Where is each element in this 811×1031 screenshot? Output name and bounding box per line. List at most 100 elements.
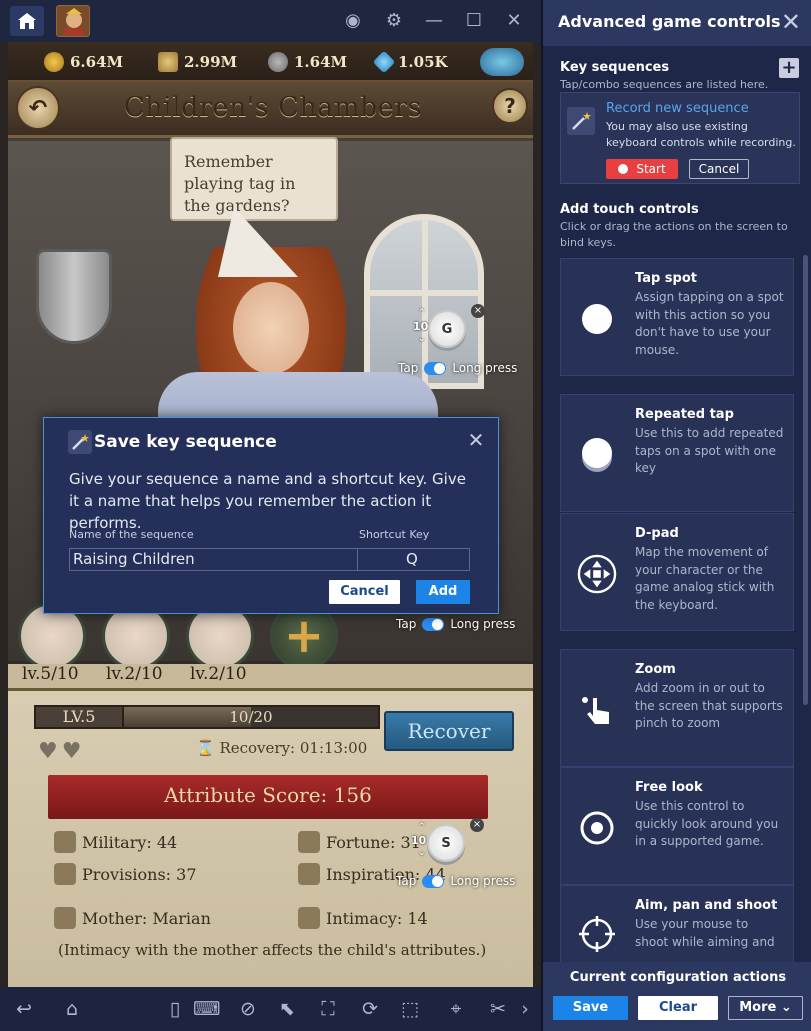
account-icon[interactable]: ◉ xyxy=(343,11,363,31)
dialog-close-icon[interactable]: ✕ xyxy=(466,430,486,450)
marker-s-toggle[interactable]: Tap Long press xyxy=(396,874,515,888)
fortune-icon xyxy=(298,831,320,853)
phone-icon[interactable]: ▯ xyxy=(163,997,187,1021)
marker-key[interactable]: S xyxy=(427,824,465,862)
resource-value: 1.64M xyxy=(294,53,348,71)
fullscreen-icon[interactable]: ⛶ xyxy=(316,997,340,1021)
chevron-right-icon[interactable]: › xyxy=(516,997,534,1021)
game-app-icon xyxy=(57,6,89,36)
panel-footer: Current configuration actions Save Clear… xyxy=(543,962,811,1031)
help-button[interactable]: ? xyxy=(492,88,528,124)
character-face xyxy=(233,282,309,374)
start-recording-button[interactable]: Start xyxy=(606,159,678,179)
toggle-longpress-label: Long press xyxy=(452,361,518,375)
key-marker-g[interactable]: 10 ⌃ ⌄ G × xyxy=(408,304,498,388)
dialog-cancel-button[interactable]: Cancel xyxy=(329,580,400,604)
back-arrow-icon[interactable]: ↶ xyxy=(16,86,60,130)
magic-wand-icon xyxy=(567,107,595,135)
name-label: Name of the sequence xyxy=(69,528,194,541)
resource-soldiers: 1.64M xyxy=(268,51,347,73)
keyboard-icon[interactable]: ⌨ xyxy=(193,997,220,1021)
panel-scrollbar[interactable] xyxy=(803,255,808,705)
aim-icon xyxy=(577,914,617,954)
save-button[interactable]: Save xyxy=(553,996,628,1020)
key-marker-s[interactable]: 10 ⌃ ⌄ S × xyxy=(408,818,498,882)
settings-gear-icon[interactable]: ⚙ xyxy=(384,11,404,31)
card-title: Repeated tap xyxy=(635,407,734,422)
resource-diamond: 1.05K xyxy=(372,50,448,74)
scissors-icon[interactable]: ✂ xyxy=(486,997,510,1021)
dialog-description: Give your sequence a name and a shortcut… xyxy=(69,470,466,532)
key-sequences-subtitle: Tap/combo sequences are listed here. xyxy=(560,78,769,91)
marker-key[interactable]: G xyxy=(428,310,466,348)
card-title: Tap spot xyxy=(635,271,697,286)
screenshot-icon[interactable]: ⬚ xyxy=(398,997,422,1021)
shield-decoration xyxy=(36,249,112,344)
control-card-free-look[interactable]: Free look Use this control to quickly lo… xyxy=(560,767,794,885)
resource-gold: 6.64M xyxy=(44,51,123,73)
card-desc: Use this to add repeated taps on a spot … xyxy=(635,426,784,475)
attribute-score-ribbon: Attribute Score: 156 xyxy=(48,775,488,819)
attribute-score: Attribute Score: 156 xyxy=(164,783,372,807)
dialog-add-button[interactable]: Add xyxy=(416,580,470,604)
child-level-3: lv.2/10 xyxy=(190,664,247,684)
experience-text: 10/20 xyxy=(229,708,273,726)
control-card-tap-spot[interactable]: Tap spot Assign tapping on a spot with t… xyxy=(560,258,794,376)
card-desc: Use your mouse to shoot while aiming and xyxy=(635,917,775,949)
add-diamond-button[interactable] xyxy=(480,48,524,76)
clear-button[interactable]: Clear xyxy=(638,996,718,1020)
home-nav-icon[interactable]: ⌂ xyxy=(60,997,84,1021)
recovery-text: Recovery: 01:13:00 xyxy=(219,739,368,757)
attr-text: Fortune: 31 xyxy=(326,832,421,852)
key-sequences-title: Key sequences xyxy=(560,60,670,75)
recover-button[interactable]: Recover xyxy=(384,711,514,751)
control-card-aim-pan-shoot[interactable]: Aim, pan and shoot Use your mouse to sho… xyxy=(560,885,794,965)
marker-g-toggle[interactable]: Tap Long press xyxy=(398,361,517,375)
dialog-title: Save key sequence xyxy=(94,432,277,452)
card-title: Zoom xyxy=(635,662,676,677)
control-card-dpad[interactable]: D-pad Map the movement of your character… xyxy=(560,513,794,631)
touch-controls-title: Add touch controls xyxy=(560,202,699,217)
record-new-sequence-link[interactable]: Record new sequence xyxy=(606,101,749,116)
cancel-recording-button[interactable]: Cancel xyxy=(689,159,749,179)
eco-mode-icon[interactable]: ⊘ xyxy=(236,997,260,1021)
shortcut-label: Shortcut Key xyxy=(359,528,430,541)
back-icon[interactable]: ↩ xyxy=(12,997,36,1021)
attr-text: Provisions: 37 xyxy=(82,864,197,884)
military-icon xyxy=(54,831,76,853)
location-icon[interactable]: ⌖ xyxy=(444,997,468,1021)
control-card-zoom[interactable]: Zoom Add zoom in or out to the screen th… xyxy=(560,649,794,767)
dpad-icon xyxy=(577,554,617,594)
home-tab[interactable] xyxy=(10,6,44,36)
marker-hidden-toggle[interactable]: Tap Long press xyxy=(396,617,515,631)
maximize-icon[interactable]: ☐ xyxy=(464,11,484,31)
tap-longpress-toggle[interactable] xyxy=(422,874,445,888)
tap-longpress-toggle[interactable] xyxy=(422,617,445,631)
game-tab[interactable] xyxy=(56,5,90,37)
marker-count: 10 xyxy=(413,320,429,333)
marker-close-icon[interactable]: × xyxy=(470,818,484,832)
child-level-2: lv.2/10 xyxy=(106,664,163,684)
sequence-name-input[interactable]: Raising Children xyxy=(69,548,359,571)
speech-bubble: Remember playing tag in the gardens? xyxy=(170,137,338,221)
panel-close-icon[interactable]: ✕ xyxy=(781,8,801,36)
marker-close-icon[interactable]: × xyxy=(471,304,485,318)
shortcut-key-input[interactable]: Q xyxy=(357,548,470,571)
close-window-icon[interactable]: ✕ xyxy=(504,11,524,31)
rotate-icon[interactable]: ⟳ xyxy=(358,997,382,1021)
mother-icon xyxy=(54,907,76,929)
card-desc: Add zoom in or out to the screen that su… xyxy=(635,681,783,730)
level-box: LV.5 xyxy=(34,705,124,729)
more-dropdown-button[interactable]: More ⌄ xyxy=(728,996,803,1020)
attr-military: Military: 44 xyxy=(54,831,177,853)
tap-longpress-toggle[interactable] xyxy=(424,361,447,375)
minimize-icon[interactable]: — xyxy=(424,11,444,31)
control-card-repeated-tap[interactable]: Repeated tap Use this to add repeated ta… xyxy=(560,394,794,512)
cursor-icon[interactable]: ⬉ xyxy=(275,997,299,1021)
card-title: Aim, pan and shoot xyxy=(635,898,778,913)
children-level-bar xyxy=(8,664,533,688)
bottom-toolbar: ↩ ⌂ ▯ ⌨ ⊘ ⬉ ⛶ ⟳ ⬚ ⌖ ✂ › xyxy=(0,987,541,1031)
hearts-icon: ♥♥ xyxy=(38,739,86,764)
add-sequence-button[interactable]: + xyxy=(779,58,799,78)
soldiers-icon xyxy=(268,52,288,72)
